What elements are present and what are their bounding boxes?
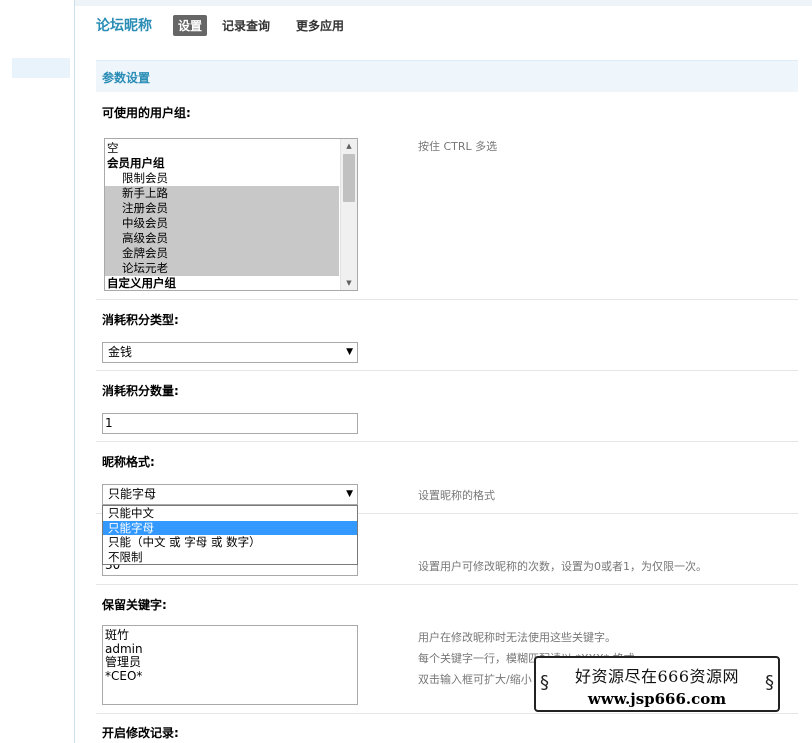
divider [96, 584, 798, 585]
reserved-keywords-hint-3: 双击输入框可扩大/缩小 [418, 673, 532, 686]
scroll-up-icon[interactable]: ▲ [341, 139, 357, 153]
sidebar-active-strip [12, 58, 70, 78]
dropdown-option-letters-only[interactable]: 只能字母 [103, 520, 357, 535]
modify-times-hint: 设置用户可修改昵称的次数，设置为0或者1，为仅限一次。 [418, 560, 707, 573]
keyword-line: 管理员 [105, 655, 142, 669]
nickname-format-label: 昵称格式: [102, 455, 155, 469]
listbox-option-senior[interactable]: 高级会员 [105, 231, 339, 246]
listbox-optgroup-members: 会员用户组 [107, 156, 165, 170]
keyword-line: 斑竹 [105, 628, 130, 642]
credit-type-value: 金钱 [108, 345, 133, 359]
sidebar-divider [74, 0, 75, 743]
section-title: 参数设置 [102, 71, 151, 85]
chevron-down-icon: ▼ [346, 489, 353, 499]
listbox-option-registered[interactable]: 注册会员 [105, 201, 339, 216]
watermark-line-2: www.jsp666.com [587, 690, 727, 708]
divider [96, 441, 798, 442]
reserved-keywords-textarea[interactable]: 斑竹 admin 管理员 *CEO* [102, 625, 358, 705]
divider [96, 299, 798, 300]
nickname-format-hint: 设置昵称的格式 [418, 489, 495, 502]
listbox-option-newbie[interactable]: 新手上路 [105, 186, 339, 201]
modify-record-label: 开启修改记录: [102, 726, 179, 740]
top-nav: 论坛昵称 设置 记录查询 更多应用 [96, 14, 365, 36]
keyword-line: *CEO* [105, 668, 143, 683]
plugin-title: 论坛昵称 [96, 18, 152, 34]
left-sidebar [0, 0, 75, 743]
listbox-option-veteran[interactable]: 论坛元老 [105, 261, 339, 276]
user-groups-hint: 按住 CTRL 多选 [418, 140, 498, 153]
dropdown-option-unlimited[interactable]: 不限制 [103, 550, 357, 565]
credit-amount-label: 消耗积分数量: [102, 384, 179, 398]
ornament-right-icon: § [765, 672, 774, 693]
scrollbar-thumb[interactable] [343, 154, 355, 202]
listbox-optgroup-custom: 自定义用户组 [107, 276, 176, 290]
credit-type-label: 消耗积分类型: [102, 313, 179, 327]
nickname-format-select[interactable]: 只能字母 ▼ [102, 484, 358, 505]
chevron-down-icon: ▼ [346, 347, 353, 357]
listbox-scrollbar[interactable]: ▲ ▼ [340, 139, 357, 290]
listbox-option-gold[interactable]: 金牌会员 [105, 246, 339, 261]
nickname-format-dropdown[interactable]: 只能中文 只能字母 只能（中文 或 字母 或 数字） 不限制 [102, 505, 358, 565]
ornament-left-icon: § [540, 672, 549, 693]
credit-amount-input[interactable]: 1 [102, 413, 358, 434]
tab-record-query[interactable]: 记录查询 [217, 15, 275, 36]
dropdown-option-mixed[interactable]: 只能（中文 或 字母 或 数字） [103, 535, 357, 550]
dropdown-option-chinese-only[interactable]: 只能中文 [103, 506, 357, 521]
listbox-option-restricted[interactable]: 限制会员 [105, 171, 339, 186]
user-groups-listbox[interactable]: 空 会员用户组 限制会员 新手上路 注册会员 中级会员 高级会员 金牌会员 论坛… [104, 138, 358, 291]
divider [96, 713, 798, 714]
user-groups-label: 可使用的用户组: [102, 106, 191, 120]
nickname-format-value: 只能字母 [108, 487, 157, 501]
watermark-line-1: 好资源尽在666资源网 [574, 667, 740, 686]
listbox-option-intermediate[interactable]: 中级会员 [105, 216, 339, 231]
top-strip [75, 0, 812, 6]
credit-type-select[interactable]: 金钱 ▼ [102, 342, 358, 363]
tab-more-apps[interactable]: 更多应用 [291, 15, 349, 36]
reserved-keywords-hint-1: 用户在修改昵称时无法使用这些关键字。 [418, 631, 616, 644]
site-watermark: § 好资源尽在666资源网 www.jsp666.com § [534, 656, 780, 712]
divider [96, 370, 798, 371]
scroll-down-icon[interactable]: ▼ [341, 276, 357, 290]
keyword-line: admin [105, 641, 143, 656]
section-header: 参数设置 [96, 60, 798, 92]
reserved-keywords-label: 保留关键字: [102, 598, 167, 612]
listbox-option-empty[interactable]: 空 [105, 141, 339, 156]
tab-settings[interactable]: 设置 [173, 14, 208, 36]
